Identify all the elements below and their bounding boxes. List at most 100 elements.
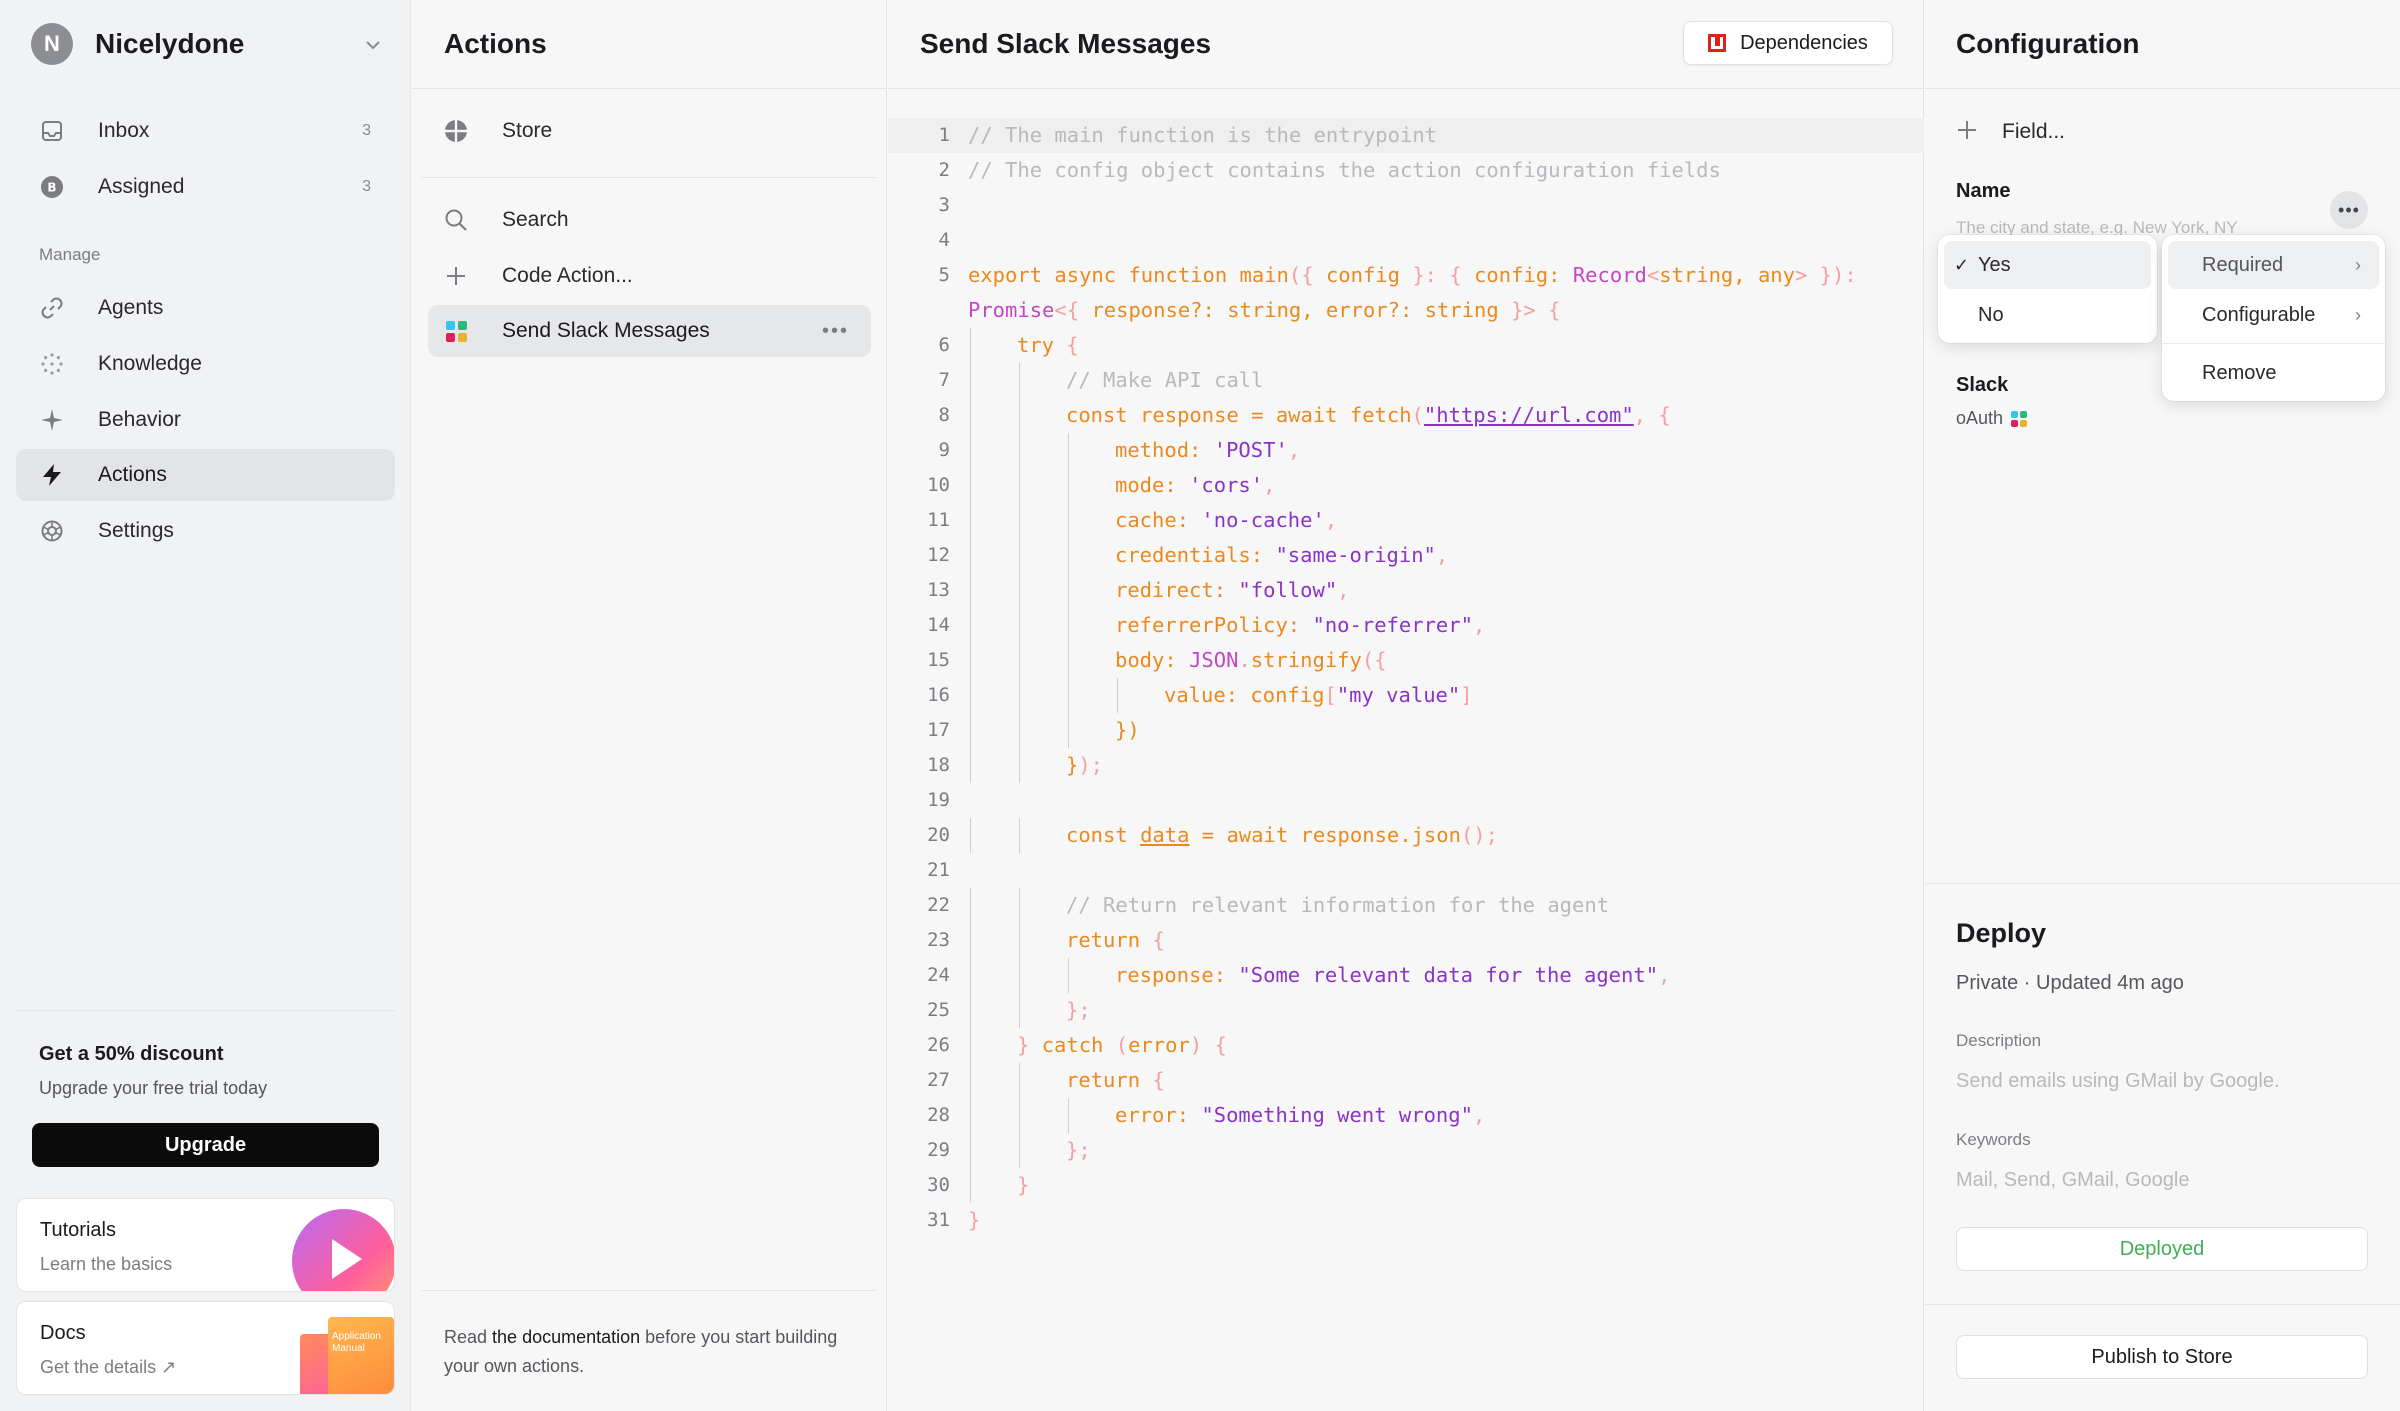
deployed-button[interactable]: Deployed (1956, 1227, 2368, 1271)
code-line[interactable]: 19 (888, 783, 1924, 818)
code-line[interactable]: 9 method: 'POST', (888, 433, 1924, 468)
settings-icon (38, 517, 66, 545)
code-line[interactable]: 6 try { (888, 328, 1924, 363)
sidebar-item-agents[interactable]: Agents (16, 282, 395, 334)
menu-item-label: Remove (2202, 361, 2277, 384)
menu-item-yes[interactable]: ✓ Yes (1944, 241, 2151, 289)
docs-card[interactable]: Docs Get the details ↗ Application Manua… (16, 1301, 395, 1395)
dependencies-button[interactable]: Dependencies (1683, 21, 1893, 65)
page-title: Actions (444, 28, 547, 59)
store-item[interactable]: Store (428, 105, 871, 157)
indent-guide (970, 678, 971, 713)
code-line[interactable]: 28 error: "Something went wrong", (888, 1098, 1924, 1133)
sidebar-item-behavior[interactable]: Behavior (16, 394, 395, 446)
menu-item-no[interactable]: No (1944, 291, 2151, 339)
sidebar-item-inbox[interactable]: Inbox 3 (16, 105, 395, 157)
code-line[interactable]: 11 cache: 'no-cache', (888, 503, 1924, 538)
code-line[interactable]: 25}; (888, 993, 1924, 1028)
menu-item-required[interactable]: Required › (2168, 241, 2379, 289)
search-item[interactable]: Search (428, 194, 871, 246)
code-line[interactable]: 23 return { (888, 923, 1924, 958)
indent-guide (970, 363, 971, 398)
code-line[interactable]: 31} (888, 1203, 1924, 1238)
menu-item-remove[interactable]: Remove (2168, 349, 2379, 397)
code-line[interactable]: 26} catch (error) { (888, 1028, 1924, 1063)
code-line[interactable]: 4 (888, 223, 1924, 258)
code-line[interactable]: 15 body: JSON.stringify({ (888, 643, 1924, 678)
code-text: method: 'POST', (1115, 438, 1301, 462)
integration-name: Slack (1956, 374, 2009, 396)
store-icon (442, 117, 470, 145)
indent-guide (1019, 818, 1020, 853)
menu-item-label: Configurable (2202, 303, 2316, 326)
code-line[interactable]: 2 // The config object contains the actio… (888, 153, 1924, 188)
code-text: Promise<{ response?: string, error?: str… (968, 298, 1561, 322)
indent-guide (970, 958, 971, 993)
line-number: 10 (927, 474, 950, 496)
code-line[interactable]: 22 // Return relevant information for the… (888, 888, 1924, 923)
upgrade-button[interactable]: Upgrade (32, 1123, 379, 1167)
dependencies-label: Dependencies (1740, 31, 1868, 54)
keywords-input[interactable]: Mail, Send, GMail, Google (1956, 1169, 2189, 1192)
code-line[interactable]: 21 (888, 853, 1924, 888)
code-line[interactable]: 30} (888, 1168, 1924, 1203)
sidebar-item-actions[interactable]: Actions (16, 449, 395, 501)
code-line[interactable]: 27 return { (888, 1063, 1924, 1098)
code-line[interactable]: 12 credentials: "same-origin", (888, 538, 1924, 573)
code-line[interactable]: 10 mode: 'cors', (888, 468, 1924, 503)
code-text: }); (1066, 753, 1104, 777)
code-line[interactable]: 17}) (888, 713, 1924, 748)
sidebar-item-label: Settings (98, 519, 174, 542)
sidebar-item-assigned[interactable]: B Assigned 3 (16, 161, 395, 213)
code-area[interactable]: 1 // The main function is the entrypoint 2… (888, 118, 1924, 1238)
line-number: 13 (927, 579, 950, 601)
workspace-switcher[interactable]: N Nicelydone (31, 22, 381, 66)
assigned-icon: B (38, 173, 66, 201)
indent-guide (970, 818, 971, 853)
indent-guide (1019, 398, 1020, 433)
indent-guide (1019, 1133, 1020, 1168)
description-input[interactable]: Send emails using GMail by Google. (1956, 1070, 2280, 1093)
code-line[interactable]: 8 const response = await fetch("https://u… (888, 398, 1924, 433)
sidebar-item-knowledge[interactable]: Knowledge (16, 338, 395, 390)
editor-title: Send Slack Messages (920, 28, 1212, 59)
inbox-icon (38, 117, 66, 145)
code-line[interactable]: 5 export async function main({ config }: … (888, 258, 1924, 293)
line-number: 21 (927, 859, 950, 881)
promo-title: Get a 50% discount (39, 1043, 224, 1065)
code-action-item[interactable]: Code Action... (428, 250, 871, 302)
line-number: 4 (938, 229, 950, 251)
code-text: }; (1066, 998, 1091, 1022)
code-line[interactable]: 20 const data = await response.json(); (888, 818, 1924, 853)
docs-title: Docs (40, 1322, 86, 1344)
code-line[interactable]: 14 referrerPolicy: "no-referrer", (888, 608, 1924, 643)
configuration-panel: Configuration (1925, 0, 2400, 1411)
menu-item-configurable[interactable]: Configurable › (2168, 291, 2379, 339)
indent-guide (970, 643, 971, 678)
play-icon (292, 1209, 394, 1291)
code-line[interactable]: 3 (888, 188, 1924, 223)
tutorials-card[interactable]: Tutorials Learn the basics (16, 1198, 395, 1292)
code-line[interactable]: Promise<{ response?: string, error?: str… (888, 293, 1924, 328)
add-field-button[interactable]: Field... (1956, 116, 2065, 148)
code-line[interactable]: 24 response: "Some relevant data for the … (888, 958, 1924, 993)
code-line[interactable]: 13 redirect: "follow", (888, 573, 1924, 608)
action-label: Send Slack Messages (502, 319, 710, 342)
publish-to-store-button[interactable]: Publish to Store (1956, 1335, 2368, 1379)
documentation-link[interactable]: the documentation (492, 1327, 640, 1347)
code-line[interactable]: 18}); (888, 748, 1924, 783)
field-more-button[interactable]: ••• (2330, 191, 2368, 229)
code-line[interactable]: 1 // The main function is the entrypoint (888, 118, 1924, 153)
line-number: 16 (927, 684, 950, 706)
code-line[interactable]: 16 value: config["my value"] (888, 678, 1924, 713)
sidebar-item-settings[interactable]: Settings (16, 505, 395, 557)
indent-guide (970, 1133, 971, 1168)
code-line[interactable]: 7 // Make API call (888, 363, 1924, 398)
code-text: return { (1066, 928, 1165, 952)
code-line[interactable]: 29}; (888, 1133, 1924, 1168)
more-options-icon[interactable]: ••• (822, 320, 849, 343)
code-text: const data = await response.json(); (1066, 823, 1498, 847)
action-item-send-slack-messages[interactable]: Send Slack Messages ••• (428, 305, 871, 357)
indent-guide (970, 1028, 971, 1063)
code-text: body: JSON.stringify({ (1115, 648, 1387, 672)
